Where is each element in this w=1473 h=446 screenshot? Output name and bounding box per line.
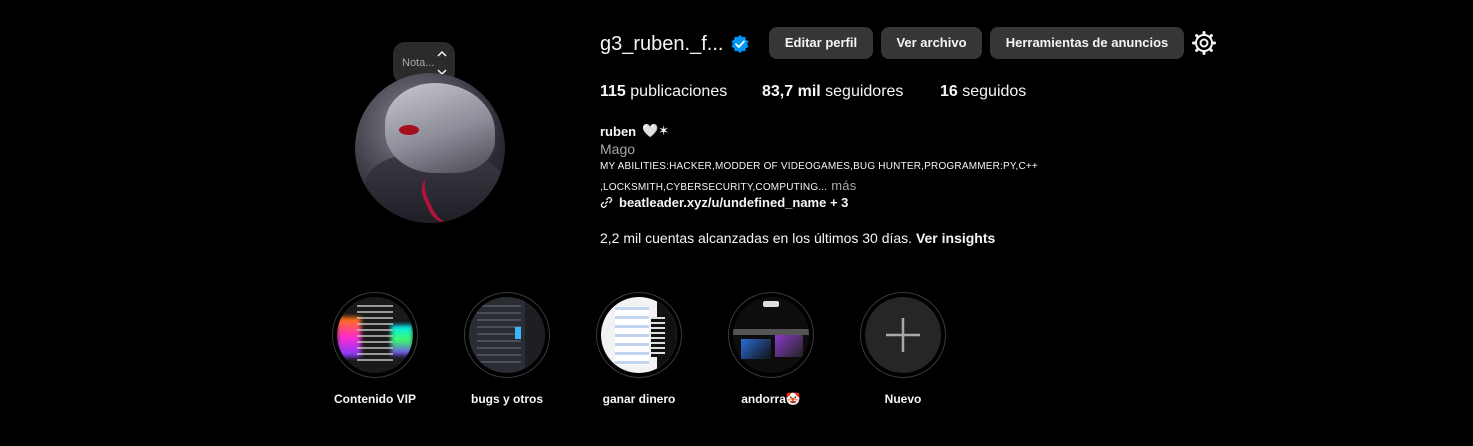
followers-label: seguidores <box>825 83 904 100</box>
followers-count: 83,7 mil <box>762 83 821 100</box>
highlight-ring <box>332 292 418 378</box>
highlight-item[interactable]: ganar dinero <box>579 292 699 406</box>
posts-stat: 115 publicaciones <box>600 83 727 101</box>
following-label: seguidos <box>962 83 1027 100</box>
bio-text-line-1: MY ABILITIES:HACKER,MODDER OF VIDEOGAMES… <box>600 161 1038 172</box>
highlight-label: Nuevo <box>884 392 922 406</box>
highlight-item[interactable]: Contenido VIP <box>315 292 435 406</box>
profile-username: g3_ruben._f... <box>600 33 724 55</box>
followers-stat[interactable]: 83,7 mil seguidores <box>762 83 903 101</box>
link-icon <box>600 197 613 208</box>
highlight-label: Contenido VIP <box>334 392 416 406</box>
following-stat[interactable]: 16 seguidos <box>940 83 1026 101</box>
profile-page: Nota... g3_ruben._f... Editar perfil Ver… <box>0 0 1473 446</box>
following-count: 16 <box>940 83 958 100</box>
chevron-up-icon <box>437 50 447 57</box>
new-highlight-button[interactable]: Nuevo <box>843 292 963 406</box>
view-insights-link[interactable]: Ver insights <box>916 230 995 246</box>
bio-category: Mago <box>600 141 636 157</box>
settings-gear-icon[interactable] <box>1192 31 1216 55</box>
highlight-thumbnail <box>337 297 413 373</box>
highlight-thumbnail <box>601 297 677 373</box>
bio-link-text: beatleader.xyz/u/undefined_name + 3 <box>619 195 849 210</box>
bio-name-emojis: 🤍✶ <box>642 123 670 138</box>
plus-icon <box>886 318 920 352</box>
avatar-image <box>355 73 505 223</box>
bio-text-line-2: ,LOCKSMITH,CYBERSECURITY,COMPUTING... más <box>600 178 856 193</box>
highlight-label: bugs y otros <box>470 392 543 406</box>
insights-text: 2,2 mil cuentas alcanzadas en los último… <box>600 230 913 246</box>
highlight-ring <box>860 292 946 378</box>
bio-name-text: ruben <box>600 123 637 139</box>
highlight-ring <box>596 292 682 378</box>
highlight-label: ganar dinero <box>602 392 676 406</box>
insights-summary: 2,2 mil cuentas alcanzadas en los último… <box>600 230 995 246</box>
highlight-ring <box>464 292 550 378</box>
profile-avatar[interactable] <box>355 73 505 223</box>
posts-count: 115 <box>600 83 626 100</box>
highlight-item[interactable]: bugs y otros <box>447 292 567 406</box>
edit-profile-button[interactable]: Editar perfil <box>769 27 873 59</box>
verified-badge-icon <box>731 35 749 53</box>
bio-link[interactable]: beatleader.xyz/u/undefined_name + 3 <box>600 195 848 210</box>
highlight-item[interactable]: andorra🤡 <box>711 292 831 406</box>
bio-name: ruben 🤍✶ <box>600 123 669 139</box>
posts-label: publicaciones <box>630 83 728 100</box>
note-placeholder: Nota... <box>402 57 435 69</box>
highlight-thumbnail <box>469 297 545 373</box>
bio-text-line-2-content: ,LOCKSMITH,CYBERSECURITY,COMPUTING... <box>600 182 828 193</box>
highlight-ring <box>728 292 814 378</box>
highlight-thumbnail <box>865 297 941 373</box>
highlight-thumbnail <box>733 297 809 373</box>
highlight-label: andorra🤡 <box>741 392 801 406</box>
view-archive-button[interactable]: Ver archivo <box>881 27 982 59</box>
ad-tools-button[interactable]: Herramientas de anuncios <box>990 27 1184 59</box>
bio-more-link[interactable]: más <box>831 178 856 193</box>
